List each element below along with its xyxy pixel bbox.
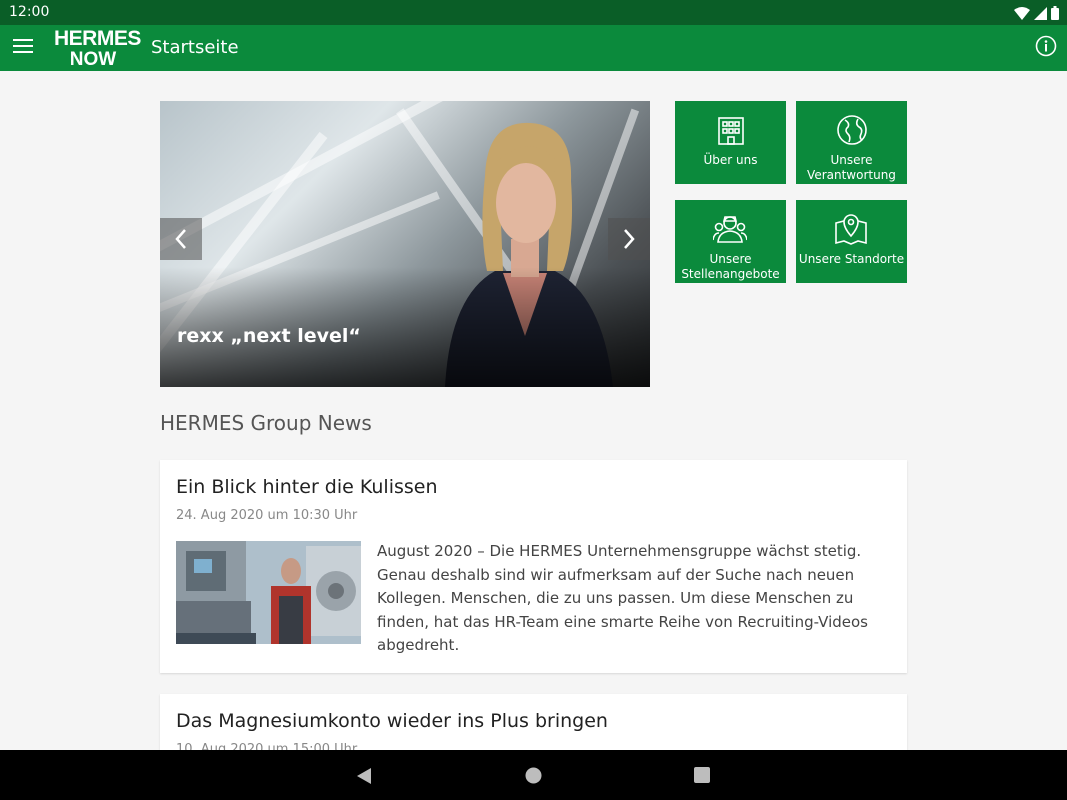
info-icon[interactable] bbox=[1035, 35, 1057, 57]
status-time: 12:00 bbox=[9, 4, 50, 20]
hero-slider[interactable]: rexx „next level“ bbox=[160, 101, 650, 387]
news-thumbnail[interactable] bbox=[176, 541, 361, 644]
globe-icon bbox=[837, 115, 867, 145]
hermes-now-logo: HERMES NOW bbox=[54, 27, 141, 70]
chevron-left-icon bbox=[175, 229, 186, 249]
tile-unsere-standorte[interactable]: Unsere Standorte bbox=[796, 200, 907, 283]
slider-next-button[interactable] bbox=[608, 218, 650, 260]
news-title[interactable]: Das Magnesiumkonto wieder ins Plus bring… bbox=[176, 710, 608, 732]
people-icon bbox=[713, 216, 747, 243]
back-icon[interactable] bbox=[355, 767, 373, 785]
home-icon[interactable] bbox=[525, 767, 542, 784]
system-nav-bar bbox=[0, 750, 1067, 800]
wifi-icon bbox=[1014, 5, 1030, 24]
tile-ueber-uns[interactable]: Über uns bbox=[675, 101, 786, 184]
slider-prev-button[interactable] bbox=[160, 218, 202, 260]
tile-label: Unsere Verantwortung bbox=[807, 153, 896, 182]
app-bar: HERMES NOW Startseite bbox=[0, 25, 1067, 71]
news-card[interactable]: Ein Blick hinter die Kulissen 24. Aug 20… bbox=[160, 460, 907, 673]
tile-unsere-stellenangebote[interactable]: Unsere Stellenangebote bbox=[675, 200, 786, 283]
news-section-title: HERMES Group News bbox=[160, 411, 372, 435]
menu-icon[interactable] bbox=[13, 39, 33, 57]
map-pin-icon bbox=[835, 214, 867, 245]
signal-icon bbox=[1034, 5, 1047, 24]
tile-unsere-verantwortung[interactable]: Unsere Verantwortung bbox=[796, 101, 907, 184]
news-excerpt: August 2020 – Die HERMES Unternehmensgru… bbox=[377, 542, 868, 654]
tile-label: Über uns bbox=[703, 153, 758, 167]
battery-icon bbox=[1051, 5, 1059, 24]
news-thumbnail-photo bbox=[176, 541, 361, 644]
tile-label: Unsere Stellenangebote bbox=[681, 252, 780, 281]
news-title[interactable]: Ein Blick hinter die Kulissen bbox=[176, 476, 438, 498]
news-date: 24. Aug 2020 um 10:30 Uhr bbox=[176, 508, 358, 523]
status-bar: 12:00 bbox=[0, 0, 1067, 25]
page-title: Startseite bbox=[151, 37, 239, 58]
chevron-right-icon bbox=[624, 229, 635, 249]
slide-caption: rexx „next level“ bbox=[177, 325, 361, 347]
tile-label: Unsere Standorte bbox=[798, 252, 905, 266]
building-icon bbox=[718, 117, 744, 145]
recents-icon[interactable] bbox=[694, 767, 710, 783]
